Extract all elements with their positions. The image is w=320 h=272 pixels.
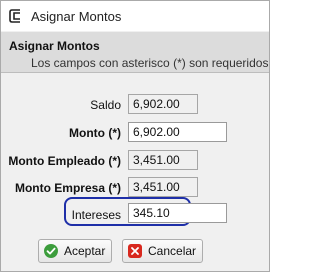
monto-empresa-label: Monto Empresa (*) [14, 181, 121, 195]
saldo-label: Saldo [90, 98, 121, 112]
header-subtitle: Los campos con asterisco (*) son requeri… [31, 56, 269, 70]
accept-button[interactable]: Aceptar [38, 239, 113, 263]
bracket-app-icon [9, 9, 20, 23]
intereses-field[interactable] [128, 203, 227, 223]
x-square-icon [128, 244, 142, 258]
monto-empleado-field [128, 150, 198, 170]
dialog-window: Asignar Montos Asignar Montos Los campos… [0, 0, 270, 272]
monto-empresa-field [128, 177, 198, 197]
accept-button-label: Aceptar [64, 244, 106, 258]
check-circle-icon [44, 244, 58, 258]
title-bar[interactable]: Asignar Montos [1, 1, 269, 31]
header-panel: Asignar Montos Los campos con asterisco … [1, 32, 269, 73]
monto-label: Monto (*) [69, 126, 121, 140]
saldo-field [128, 94, 198, 114]
cancel-button-label: Cancelar [148, 244, 197, 258]
header-title: Asignar Montos [9, 39, 100, 53]
monto-empleado-label: Monto Empleado (*) [8, 154, 121, 168]
intereses-label: Intereses [71, 208, 121, 222]
cancel-button[interactable]: Cancelar [122, 239, 204, 263]
monto-field[interactable] [128, 122, 227, 142]
window-title: Asignar Montos [31, 9, 122, 24]
